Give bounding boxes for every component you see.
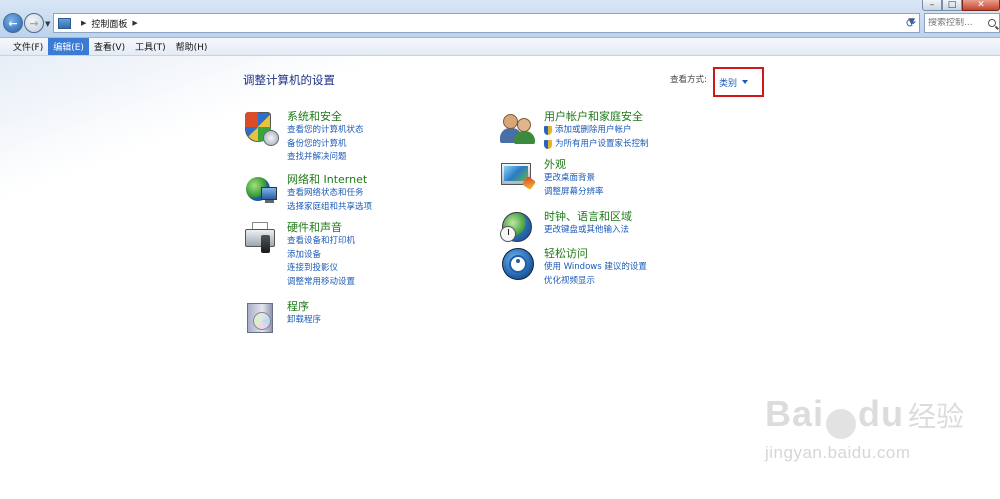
- category-appearance: 外观 更改桌面背景 调整屏幕分辨率: [500, 158, 604, 199]
- ease-of-access-icon[interactable]: [500, 247, 536, 283]
- view-by-value[interactable]: 类别: [719, 76, 737, 89]
- page-title: 调整计算机的设置: [243, 73, 335, 87]
- category-title[interactable]: 网络和 Internet: [287, 173, 372, 186]
- category-link-text[interactable]: 添加或删除用户帐户: [555, 124, 632, 138]
- search-box[interactable]: [924, 13, 1000, 33]
- refresh-icon: ⟳: [905, 16, 917, 30]
- category-link[interactable]: 优化视频显示: [544, 275, 647, 289]
- uac-shield-icon: [544, 126, 552, 136]
- view-by-label: 查看方式:: [670, 75, 707, 85]
- baidu-jingyan-watermark: Bai du 经验 jingyan.baidu.com: [765, 393, 965, 483]
- category-programs: 程序 卸载程序: [243, 300, 321, 336]
- category-title[interactable]: 程序: [287, 300, 321, 313]
- breadcrumb-arrow-icon[interactable]: ▶: [132, 19, 137, 27]
- category-title[interactable]: 系统和安全: [287, 110, 364, 123]
- network-globe-icon[interactable]: [243, 173, 279, 209]
- watermark-brand-cn: 经验: [908, 400, 965, 433]
- window-controls: – □ ✕: [922, 0, 1000, 11]
- menu-help[interactable]: 帮助(H): [171, 38, 213, 55]
- category-link[interactable]: 为所有用户设置家长控制: [544, 138, 649, 152]
- title-address-bar: – □ ✕ ← → ▼ ▶ 控制面板 ▶ ▼ ⟳: [0, 0, 1000, 38]
- close-button[interactable]: ✕: [962, 0, 1000, 11]
- control-panel-icon: [58, 17, 71, 29]
- printer-speaker-icon[interactable]: [243, 221, 279, 257]
- search-icon[interactable]: [988, 19, 996, 27]
- category-link-text[interactable]: 为所有用户设置家长控制: [555, 138, 649, 152]
- category-ease-of-access: 轻松访问 使用 Windows 建议的设置 优化视频显示: [500, 247, 647, 288]
- forward-button[interactable]: →: [24, 13, 44, 33]
- breadcrumb-arrow-icon[interactable]: ▶: [81, 19, 86, 27]
- category-link[interactable]: 更改桌面背景: [544, 172, 604, 186]
- category-link[interactable]: 调整常用移动设置: [287, 276, 355, 290]
- category-title[interactable]: 轻松访问: [544, 247, 647, 260]
- category-system-security: 系统和安全 查看您的计算机状态 备份您的计算机 查找并解决问题: [243, 110, 364, 165]
- address-bar[interactable]: ▶ 控制面板 ▶ ▼: [53, 13, 920, 33]
- category-link[interactable]: 添加设备: [287, 249, 355, 263]
- menu-view[interactable]: 查看(V): [89, 38, 130, 55]
- menu-tools[interactable]: 工具(T): [130, 38, 171, 55]
- globe-clock-icon[interactable]: [500, 210, 536, 246]
- category-hardware-sound: 硬件和声音 查看设备和打印机 添加设备 连接到投影仪 调整常用移动设置: [243, 221, 355, 289]
- watermark-brand-left: Bai: [765, 393, 825, 434]
- view-by-dropdown[interactable]: 类别: [713, 67, 764, 97]
- paw-logo-icon: [826, 408, 857, 439]
- category-link[interactable]: 更改键盘或其他输入法: [544, 224, 632, 238]
- refresh-button[interactable]: ⟳: [902, 13, 920, 33]
- menu-bar: 文件(F) 编辑(E) 查看(V) 工具(T) 帮助(H): [0, 38, 1000, 56]
- menu-file[interactable]: 文件(F): [8, 38, 48, 55]
- category-link[interactable]: 查看设备和打印机: [287, 235, 355, 249]
- category-link[interactable]: 添加或删除用户帐户: [544, 124, 649, 138]
- back-button[interactable]: ←: [3, 13, 23, 33]
- watermark-brand-right: du: [858, 393, 905, 434]
- category-title[interactable]: 外观: [544, 158, 604, 171]
- arrow-right-icon: →: [29, 16, 39, 30]
- chevron-down-icon[interactable]: [742, 80, 749, 84]
- category-link[interactable]: 连接到投影仪: [287, 262, 355, 276]
- maximize-button[interactable]: □: [942, 0, 962, 11]
- category-link[interactable]: 选择家庭组和共享选项: [287, 201, 372, 215]
- search-input[interactable]: [928, 18, 988, 28]
- category-clock-language-region: 时钟、语言和区域 更改键盘或其他输入法: [500, 210, 632, 246]
- menu-edit[interactable]: 编辑(E): [48, 38, 89, 55]
- breadcrumb-control-panel[interactable]: 控制面板: [91, 17, 127, 30]
- users-icon[interactable]: [500, 110, 536, 146]
- watermark-url: jingyan.baidu.com: [765, 442, 911, 462]
- category-user-accounts: 用户帐户和家庭安全 添加或删除用户帐户 为所有用户设置家长控制: [500, 110, 649, 151]
- security-shield-icon[interactable]: [243, 110, 279, 146]
- category-link[interactable]: 调整屏幕分辨率: [544, 186, 604, 200]
- arrow-left-icon: ←: [8, 16, 18, 30]
- category-link[interactable]: 备份您的计算机: [287, 138, 364, 152]
- uac-shield-icon: [544, 139, 552, 149]
- category-link[interactable]: 查找并解决问题: [287, 151, 364, 165]
- minimize-button[interactable]: –: [922, 0, 942, 11]
- programs-disc-icon[interactable]: [243, 300, 279, 336]
- category-network-internet: 网络和 Internet 查看网络状态和任务 选择家庭组和共享选项: [243, 173, 372, 214]
- category-title[interactable]: 硬件和声音: [287, 221, 355, 234]
- category-link[interactable]: 查看您的计算机状态: [287, 124, 364, 138]
- category-link[interactable]: 使用 Windows 建议的设置: [544, 261, 647, 275]
- category-title[interactable]: 时钟、语言和区域: [544, 210, 632, 223]
- category-link[interactable]: 查看网络状态和任务: [287, 187, 372, 201]
- category-link[interactable]: 卸载程序: [287, 314, 321, 328]
- recent-pages-dropdown[interactable]: ▼: [45, 20, 50, 28]
- monitor-brush-icon[interactable]: [500, 158, 536, 194]
- category-title[interactable]: 用户帐户和家庭安全: [544, 110, 649, 123]
